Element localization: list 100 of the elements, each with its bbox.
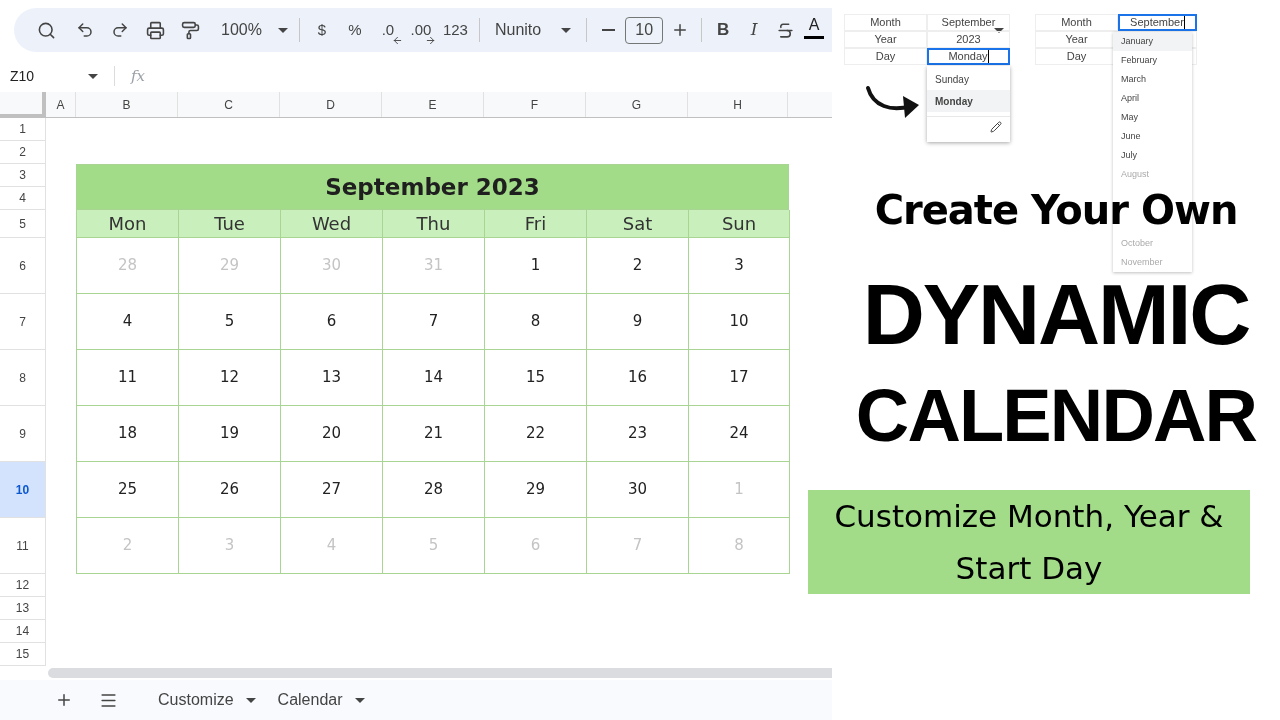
column-header[interactable]: E <box>382 92 484 117</box>
font-size-field[interactable]: 10 <box>625 16 664 44</box>
percent-button[interactable]: % <box>339 14 370 46</box>
calendar-title: September 2023 <box>76 164 789 210</box>
date-cell: 7 <box>587 518 689 574</box>
date-cell: 28 <box>77 238 179 294</box>
field-value[interactable]: 2023 <box>927 31 1010 48</box>
date-cell: 11 <box>77 350 179 406</box>
dropdown-option[interactable]: May <box>1113 108 1192 127</box>
dropdown-option[interactable]: March <box>1113 70 1192 89</box>
row-header[interactable]: 12 <box>0 574 46 597</box>
arrow-icon <box>424 35 436 46</box>
field-label: Day <box>844 48 927 65</box>
row-header[interactable]: 5 <box>0 210 46 238</box>
redo-icon <box>111 21 129 39</box>
date-cell: 12 <box>179 350 281 406</box>
number-format-button[interactable]: 123 <box>438 14 472 46</box>
column-header[interactable]: A <box>46 92 76 117</box>
row-header[interactable]: 6 <box>0 238 46 294</box>
date-cell: 18 <box>77 406 179 462</box>
date-cell: 1 <box>689 462 790 518</box>
row-header[interactable]: 2 <box>0 141 46 164</box>
field-label: Year <box>844 31 927 48</box>
formula-label: fx <box>131 65 145 87</box>
date-cell: 17 <box>689 350 790 406</box>
column-header[interactable]: B <box>76 92 178 117</box>
date-cell: 2 <box>587 238 689 294</box>
date-cell: 15 <box>485 350 587 406</box>
caret-icon <box>994 28 1004 33</box>
caret-icon <box>277 27 288 33</box>
date-cell: 31 <box>383 238 485 294</box>
row-header[interactable]: 9 <box>0 406 46 462</box>
field-value[interactable]: September <box>1118 14 1197 31</box>
row-header[interactable]: 1 <box>0 118 46 141</box>
headline-intro: Create Your Own <box>874 188 1238 232</box>
headline-title: DYNAMIC <box>862 274 1250 354</box>
column-header[interactable]: F <box>484 92 586 117</box>
date-cell: 7 <box>383 294 485 350</box>
strikethrough-icon <box>775 20 795 40</box>
date-cell: 5 <box>179 294 281 350</box>
dropdown-option[interactable]: Monday <box>927 90 1010 112</box>
cell-reference[interactable]: Z10 <box>10 65 88 87</box>
date-cell: 28 <box>383 462 485 518</box>
date-cell: 1 <box>485 238 587 294</box>
date-cell: 8 <box>485 294 587 350</box>
row-header[interactable]: 14 <box>0 620 46 643</box>
zoom-select[interactable]: 100% <box>217 14 292 46</box>
row-header[interactable]: 15 <box>0 643 46 666</box>
sheet-tab[interactable]: Customize <box>158 688 256 712</box>
row-header[interactable]: 13 <box>0 597 46 620</box>
date-cell: 27 <box>281 462 383 518</box>
arrow-icon <box>391 35 403 46</box>
column-header[interactable]: H <box>688 92 788 117</box>
row-header[interactable]: 3 <box>0 164 46 187</box>
date-cell: 25 <box>77 462 179 518</box>
date-cell: 29 <box>179 238 281 294</box>
date-cell: 13 <box>281 350 383 406</box>
decrease-decimal-button[interactable]: .0 <box>372 14 403 46</box>
date-cell: 5 <box>383 518 485 574</box>
currency-button[interactable]: $ <box>306 14 337 46</box>
date-cell: 29 <box>485 462 587 518</box>
corner-cell[interactable] <box>0 92 46 118</box>
column-header[interactable]: G <box>586 92 688 117</box>
date-cell: 4 <box>77 294 179 350</box>
curved-arrow-icon <box>865 84 921 120</box>
dropdown-option[interactable]: April <box>1113 89 1192 108</box>
date-cell: 3 <box>179 518 281 574</box>
paint-roller-icon <box>180 20 200 40</box>
printer-icon <box>145 20 165 40</box>
caret-icon <box>354 697 365 703</box>
date-cell: 2 <box>77 518 179 574</box>
date-cell: 8 <box>689 518 790 574</box>
increase-decimal-button[interactable]: .00 <box>405 14 436 46</box>
sheet-tab[interactable]: Calendar <box>277 688 365 712</box>
row-header[interactable]: 7 <box>0 294 46 350</box>
row-header[interactable]: 10 <box>0 462 46 518</box>
weekday-header: Tue <box>179 210 281 238</box>
text-color-button[interactable]: A <box>802 14 827 46</box>
field-label: Month <box>1035 14 1118 31</box>
caret-icon <box>88 73 98 79</box>
caret-icon <box>245 697 256 703</box>
field-value[interactable]: Monday <box>927 48 1010 65</box>
bold-button[interactable]: B <box>709 14 738 46</box>
column-header[interactable]: C <box>178 92 280 117</box>
field-value[interactable]: September <box>927 14 1010 31</box>
dropdown-option[interactable]: January <box>1113 32 1192 51</box>
row-header[interactable]: 11 <box>0 518 46 574</box>
row-header[interactable]: 4 <box>0 187 46 210</box>
date-cell: 19 <box>179 406 281 462</box>
italic-button[interactable]: I <box>740 14 769 46</box>
horizontal-scrollbar[interactable] <box>48 668 832 678</box>
date-cell: 16 <box>587 350 689 406</box>
row-header[interactable]: 8 <box>0 350 46 406</box>
dropdown-option[interactable]: Sunday <box>927 68 1010 90</box>
column-header[interactable]: D <box>280 92 382 117</box>
dropdown-option[interactable]: July <box>1113 146 1192 165</box>
dropdown-option[interactable]: June <box>1113 127 1192 146</box>
weekday-header: Wed <box>281 210 383 238</box>
font-select[interactable]: Nunito <box>486 14 580 46</box>
search-icon <box>36 20 56 40</box>
